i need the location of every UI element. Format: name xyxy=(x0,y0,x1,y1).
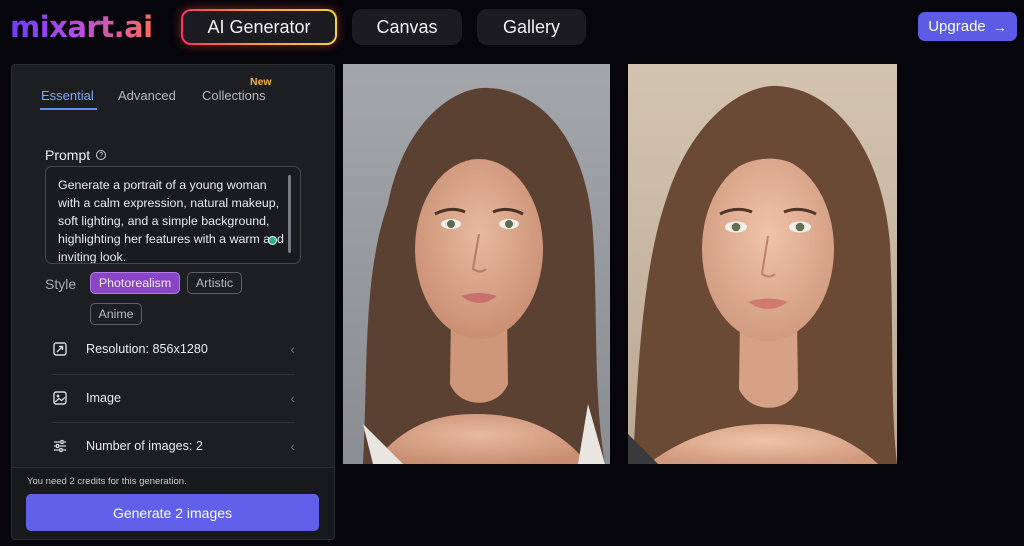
generator-panel: Essential Advanced Collections New Promp… xyxy=(11,64,335,540)
setting-number-of-images[interactable]: Number of images: 2 ‹ xyxy=(53,422,295,470)
logo[interactable]: mixart.ai xyxy=(10,10,153,44)
style-photorealism[interactable]: Photorealism xyxy=(90,272,180,294)
tab-collections[interactable]: Collections xyxy=(202,88,266,103)
nav-gallery[interactable]: Gallery xyxy=(477,9,586,45)
tab-essential[interactable]: Essential xyxy=(40,88,97,110)
chevron-left-icon: ‹ xyxy=(290,438,295,454)
help-icon[interactable]: ? xyxy=(96,150,107,160)
generated-image-1[interactable] xyxy=(343,64,610,464)
nav-ai-generator[interactable]: AI Generator xyxy=(181,9,337,45)
prompt-label: Prompt ? xyxy=(45,147,107,163)
generated-image-2[interactable] xyxy=(628,64,897,464)
sliders-icon xyxy=(53,439,67,453)
grammar-dot-icon[interactable] xyxy=(268,236,277,245)
setting-label: Resolution: 856x1280 xyxy=(86,342,208,356)
generate-button[interactable]: Generate 2 images xyxy=(26,494,319,531)
prompt-scrollbar[interactable] xyxy=(288,175,291,253)
chevron-left-icon: ‹ xyxy=(290,390,295,406)
upgrade-label: Upgrade xyxy=(928,18,986,35)
setting-image[interactable]: Image ‹ xyxy=(53,374,295,422)
image-icon xyxy=(53,391,67,405)
style-anime[interactable]: Anime xyxy=(90,303,142,325)
panel-footer: You need 2 credits for this generation. … xyxy=(12,467,334,539)
setting-label: Number of images: 2 xyxy=(86,439,203,453)
new-badge: New xyxy=(250,76,272,88)
tab-advanced[interactable]: Advanced xyxy=(118,88,176,103)
prompt-text: Generate a portrait of a young woman wit… xyxy=(58,178,284,264)
nav-canvas[interactable]: Canvas xyxy=(352,9,462,45)
style-label: Style xyxy=(45,276,77,292)
setting-label: Image xyxy=(86,391,122,405)
resize-icon xyxy=(53,342,67,356)
upgrade-button[interactable]: Upgrade → xyxy=(918,12,1017,41)
style-artistic[interactable]: Artistic xyxy=(187,272,242,294)
prompt-input[interactable]: Generate a portrait of a young woman wit… xyxy=(45,166,301,264)
arrow-right-icon: → xyxy=(992,18,1007,35)
chevron-left-icon: ‹ xyxy=(290,341,295,357)
prompt-label-text: Prompt xyxy=(45,147,91,163)
setting-resolution[interactable]: Resolution: 856x1280 ‹ xyxy=(53,325,295,373)
credits-note: You need 2 credits for this generation. xyxy=(27,476,187,487)
